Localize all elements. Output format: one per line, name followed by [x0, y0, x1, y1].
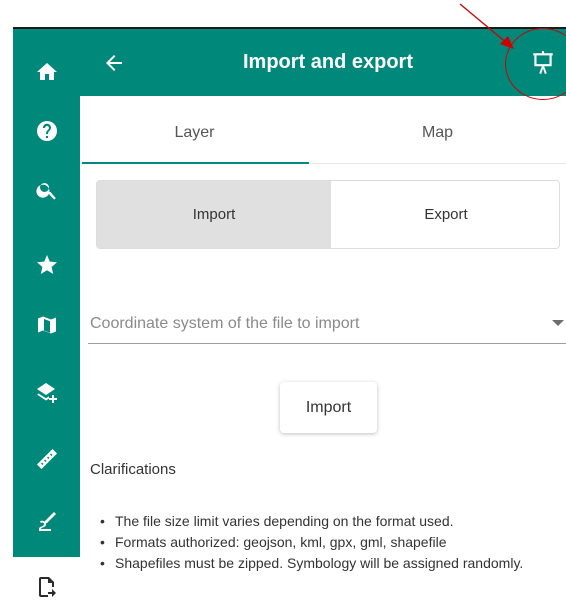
sidebar-item-import-export[interactable] — [13, 557, 80, 615]
caret-down-icon — [552, 320, 564, 326]
star-icon — [36, 255, 57, 274]
help-icon — [36, 121, 57, 141]
list-item: The file size limit varies depending on … — [100, 511, 566, 532]
tab-map[interactable]: Map — [309, 102, 566, 164]
tab-layer[interactable]: Layer — [80, 102, 309, 164]
tab-bar: Layer Map — [80, 102, 566, 164]
clarifications-title: Clarifications — [90, 461, 176, 478]
export-toggle-button[interactable]: Export — [331, 181, 559, 248]
sidebar-item-search[interactable] — [13, 160, 80, 220]
import-toggle-button[interactable]: Import — [97, 181, 331, 248]
tab-indicator — [82, 162, 309, 164]
draw-icon — [38, 512, 56, 531]
file-export-icon — [38, 577, 56, 597]
sidebar-item-favorites[interactable] — [13, 235, 80, 295]
sidebar-item-home[interactable] — [13, 42, 80, 102]
home-icon — [36, 63, 57, 80]
sidebar-item-maps[interactable] — [13, 295, 80, 355]
page-title: Import and export — [242, 51, 413, 73]
import-button[interactable]: Import — [280, 382, 377, 433]
list-item: Shapefiles must be zipped. Symbology wil… — [100, 553, 566, 574]
map-icon — [37, 316, 56, 334]
search-icon — [35, 183, 56, 200]
ruler-icon — [36, 449, 57, 469]
sidebar-item-measure[interactable] — [13, 429, 80, 489]
annotation-arrow — [459, 3, 514, 49]
import-export-toggle: Import Export — [96, 180, 560, 249]
sidebar-item-add-layer[interactable] — [13, 363, 80, 423]
clarifications-list: The file size limit varies depending on … — [100, 511, 566, 574]
list-item: Formats authorized: geojson, kml, gpx, g… — [100, 532, 566, 553]
sidebar — [13, 27, 80, 615]
sidebar-item-help[interactable] — [13, 101, 80, 161]
coordinate-system-select[interactable]: Coordinate system of the file to import — [88, 306, 566, 344]
add-layer-icon — [36, 383, 57, 403]
sidebar-item-draw[interactable] — [13, 491, 80, 551]
coordinate-system-placeholder: Coordinate system of the file to import — [90, 315, 360, 332]
